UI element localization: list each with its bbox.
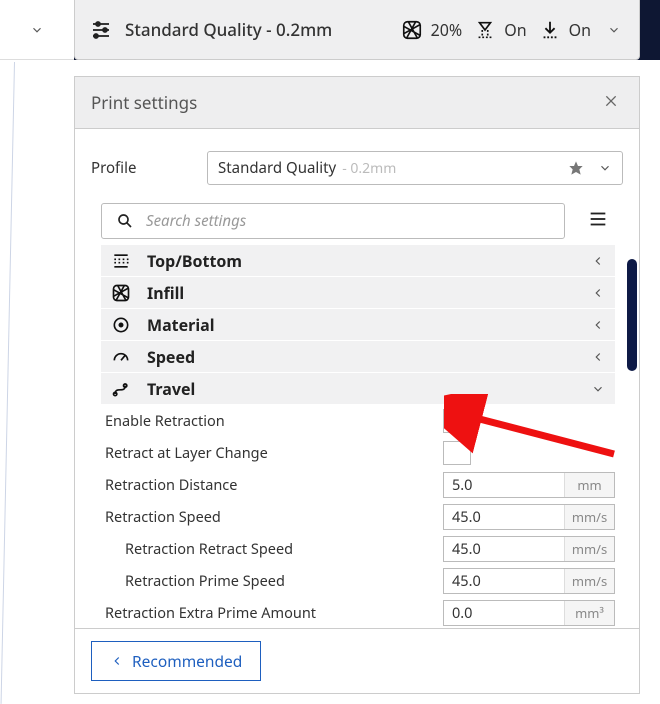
panel-title: Print settings [91, 91, 197, 114]
chevron-left-icon [591, 350, 605, 364]
support-icon [474, 19, 496, 41]
top-left-collapse[interactable] [0, 0, 74, 60]
speed-icon [111, 347, 131, 367]
chevron-left-icon [591, 318, 605, 332]
profile-select[interactable]: Standard Quality - 0.2mm [207, 151, 623, 185]
retraction-prime-speed-input[interactable]: 45.0 mm/s [443, 568, 615, 594]
scrollbar-thumb[interactable] [627, 259, 637, 371]
topbottom-icon [111, 251, 131, 271]
infill-icon [111, 283, 131, 303]
category-top-bottom[interactable]: Top/Bottom [101, 245, 615, 277]
infill-icon [401, 19, 423, 41]
search-icon [116, 212, 134, 230]
star-icon[interactable] [568, 160, 584, 176]
retraction-retract-speed-input[interactable]: 45.0 mm/s [443, 536, 615, 562]
retraction-speed-input[interactable]: 45.0 mm/s [443, 504, 615, 530]
retraction-distance-input[interactable]: 5.0 mm [443, 472, 615, 498]
adhesion-indicator: On [539, 19, 591, 41]
category-travel[interactable]: Travel [101, 373, 615, 405]
panel-header: Print settings [75, 77, 639, 129]
setting-retraction-prime-speed: Retraction Prime Speed 45.0 mm/s [101, 565, 615, 597]
canvas-edge [1, 62, 15, 704]
hamburger-menu[interactable] [583, 204, 613, 239]
retraction-extra-prime-input[interactable]: 0.0 mm³ [443, 600, 615, 626]
profile-bar-expand[interactable] [603, 19, 625, 41]
category-infill[interactable]: Infill [101, 277, 615, 309]
category-material[interactable]: Material [101, 309, 615, 341]
chevron-left-icon [591, 286, 605, 300]
infill-indicator: 20% [401, 19, 463, 41]
adhesion-icon [539, 19, 561, 41]
sliders-icon [89, 18, 113, 42]
profile-summary-bar: Standard Quality - 0.2mm 20% On On [74, 0, 640, 60]
close-panel-button[interactable] [599, 87, 623, 118]
setting-retraction-distance: Retraction Distance 5.0 mm [101, 469, 615, 501]
enable-retraction-checkbox[interactable] [443, 409, 471, 433]
retract-layer-change-checkbox[interactable] [443, 441, 471, 465]
setting-retraction-speed: Retraction Speed 45.0 mm/s [101, 501, 615, 533]
setting-retraction-extra-prime: Retraction Extra Prime Amount 0.0 mm³ [101, 597, 615, 628]
profile-label: Profile [91, 158, 191, 178]
chevron-left-icon [591, 254, 605, 268]
setting-enable-retraction: Enable Retraction [101, 405, 615, 437]
recommended-button[interactable]: Recommended [91, 641, 261, 681]
category-speed[interactable]: Speed [101, 341, 615, 373]
print-settings-panel: Print settings Profile Standard Quality … [74, 76, 640, 694]
travel-icon [111, 379, 131, 399]
setting-retraction-retract-speed: Retraction Retract Speed 45.0 mm/s [101, 533, 615, 565]
setting-retract-layer-change: Retract at Layer Change [101, 437, 615, 469]
chevron-down-icon[interactable] [598, 161, 612, 175]
search-input[interactable]: Search settings [101, 203, 565, 239]
support-indicator: On [474, 19, 526, 41]
material-icon [111, 315, 131, 335]
profile-title: Standard Quality - 0.2mm [125, 18, 389, 41]
chevron-down-icon [591, 382, 605, 396]
